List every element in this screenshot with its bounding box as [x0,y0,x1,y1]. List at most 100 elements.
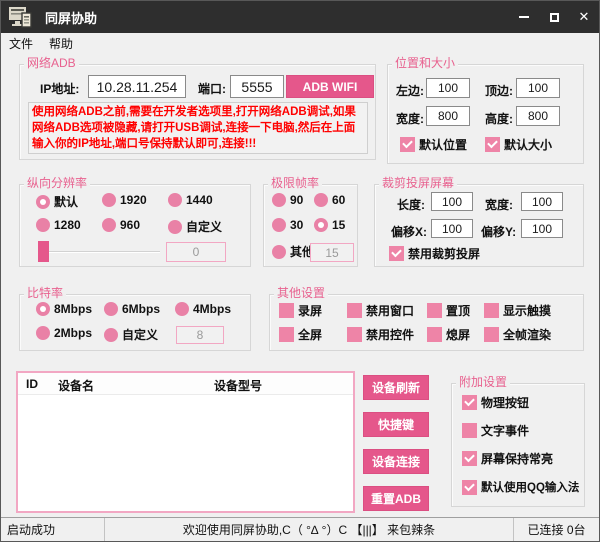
radio-icon [168,220,182,234]
status-right-text: 已连接 0台 [527,521,585,538]
menu-help[interactable]: 帮助 [41,33,81,53]
checkbox-label: 显示触摸 [503,302,551,319]
port-label: 端口: [198,80,226,97]
radio-bitrate-8mbps[interactable]: 8Mbps [36,302,92,316]
status-left-text: 启动成功 [7,521,55,538]
group-extra-settings: 附加设置 物理按钮 文字事件 屏幕保持常亮 默认使用QQ输入法 [451,383,585,507]
crop-length-input[interactable]: 100 [431,192,473,211]
device-list[interactable]: ID 设备名 设备型号 [16,371,355,513]
window-title: 同屏协助 [45,8,97,27]
checkbox-icon [389,246,404,261]
adb-warning-text: 使用网络ADB之前,需要在开发者选项里,打开网络ADB调试,如果网络ADB选项被… [28,102,368,154]
left-input[interactable]: 100 [426,78,470,98]
group-bitrate-title: 比特率 [24,286,66,300]
radio-fps-15[interactable]: 15 [314,218,345,232]
checkbox-keep-screen-on[interactable]: 屏幕保持常亮 [462,450,553,467]
radio-icon [272,193,286,207]
device-refresh-button[interactable]: 设备刷新 [363,375,429,400]
group-other-settings-title: 其他设置 [274,286,328,300]
resolution-slider[interactable] [38,241,160,262]
radio-icon [104,302,118,316]
shortcut-keys-button[interactable]: 快捷键 [363,412,429,437]
checkbox-default-position[interactable]: 默认位置 [400,136,467,153]
column-device-model: 设备型号 [214,377,262,394]
reset-adb-button[interactable]: 重置ADB [363,486,429,511]
crop-width-input[interactable]: 100 [521,192,563,211]
radio-bitrate-4mbps[interactable]: 4Mbps [175,302,231,316]
titlebar: 同屏协助 ✕ [1,1,599,33]
minimize-button[interactable] [509,1,539,33]
group-network-adb: 网络ADB IP地址: 10.28.11.254 端口: 5555 ADB WI… [19,64,376,160]
slider-thumb[interactable] [38,241,49,262]
radio-label: 自定义 [186,218,222,235]
checkbox-disable-controls[interactable]: 禁用控件 [347,326,414,343]
checkbox-fullscreen[interactable]: 全屏 [279,326,322,343]
resolution-custom-input[interactable]: 0 [166,242,226,262]
adb-wifi-button[interactable]: ADB WIFI [286,75,374,98]
menu-file[interactable]: 文件 [1,33,41,53]
radio-fps-other[interactable]: 其他 [272,243,314,260]
close-icon: ✕ [579,9,590,25]
bitrate-custom-input[interactable]: 8 [176,326,224,344]
radio-icon [36,302,50,316]
radio-resolution-1440[interactable]: 1440 [168,193,213,207]
app-window: 同屏协助 ✕ 文件 帮助 网络ADB IP地址: 10.28.11.254 端口… [0,0,600,542]
menubar: 文件 帮助 [1,33,599,53]
close-button[interactable]: ✕ [569,1,599,33]
checkbox-disable-window[interactable]: 禁用窗口 [347,302,414,319]
checkbox-full-frame-render[interactable]: 全帧渲染 [484,326,551,343]
radio-icon [272,218,286,232]
checkbox-icon [462,395,477,410]
checkbox-label: 屏幕保持常亮 [481,450,553,467]
group-framerate: 极限帧率 90 60 30 15 其他 15 [263,184,358,267]
radio-icon [36,195,50,209]
radio-label: 90 [290,193,303,207]
checkbox-text-events[interactable]: 文字事件 [462,422,529,439]
device-connect-button[interactable]: 设备连接 [363,449,429,474]
radio-resolution-default[interactable]: 默认 [36,193,78,210]
checkbox-label: 禁用控件 [366,326,414,343]
fps-custom-input[interactable]: 15 [310,243,354,262]
checkbox-label: 录屏 [298,302,322,319]
checkbox-record-screen[interactable]: 录屏 [279,302,322,319]
checkbox-icon [347,327,362,342]
crop-offsetx-label: 偏移X: [391,223,427,240]
checkbox-always-on-top[interactable]: 置顶 [427,302,470,319]
width-input[interactable]: 800 [426,106,470,126]
checkbox-show-touch[interactable]: 显示触摸 [484,302,551,319]
radio-label: 15 [332,218,345,232]
radio-label: 6Mbps [122,302,160,316]
checkbox-icon [485,137,500,152]
radio-resolution-custom[interactable]: 自定义 [168,218,222,235]
checkbox-screen-off[interactable]: 熄屏 [427,326,470,343]
height-label: 高度: [485,110,513,127]
radio-bitrate-custom[interactable]: 自定义 [104,326,158,343]
minimize-icon [519,16,529,18]
status-center: 欢迎使用同屏协助,C（ °∆ °）C 【|||】 来包辣条 [105,518,514,541]
port-input[interactable]: 5555 [230,75,284,98]
radio-bitrate-6mbps[interactable]: 6Mbps [104,302,160,316]
radio-label: 默认 [54,193,78,210]
checkbox-icon [484,303,499,318]
radio-fps-90[interactable]: 90 [272,193,303,207]
radio-fps-30[interactable]: 30 [272,218,303,232]
checkbox-disable-crop[interactable]: 禁用裁剪投屏 [389,245,480,262]
crop-offsety-input[interactable]: 100 [521,219,563,238]
checkbox-label: 禁用窗口 [366,302,414,319]
checkbox-physical-buttons[interactable]: 物理按钮 [462,394,529,411]
radio-icon [36,326,50,340]
height-input[interactable]: 800 [516,106,560,126]
ip-input[interactable]: 10.28.11.254 [88,75,186,98]
radio-resolution-1920[interactable]: 1920 [102,193,147,207]
radio-resolution-960[interactable]: 960 [102,218,140,232]
radio-resolution-1280[interactable]: 1280 [36,218,81,232]
checkbox-label: 全屏 [298,326,322,343]
maximize-button[interactable] [539,1,569,33]
checkbox-default-qq-ime[interactable]: 默认使用QQ输入法 [462,479,579,495]
radio-fps-60[interactable]: 60 [314,193,345,207]
crop-offsetx-input[interactable]: 100 [431,219,473,238]
radio-bitrate-2mbps[interactable]: 2Mbps [36,326,92,340]
top-input[interactable]: 100 [516,78,560,98]
checkbox-default-size[interactable]: 默认大小 [485,136,552,153]
crop-width-label: 宽度: [485,196,513,213]
